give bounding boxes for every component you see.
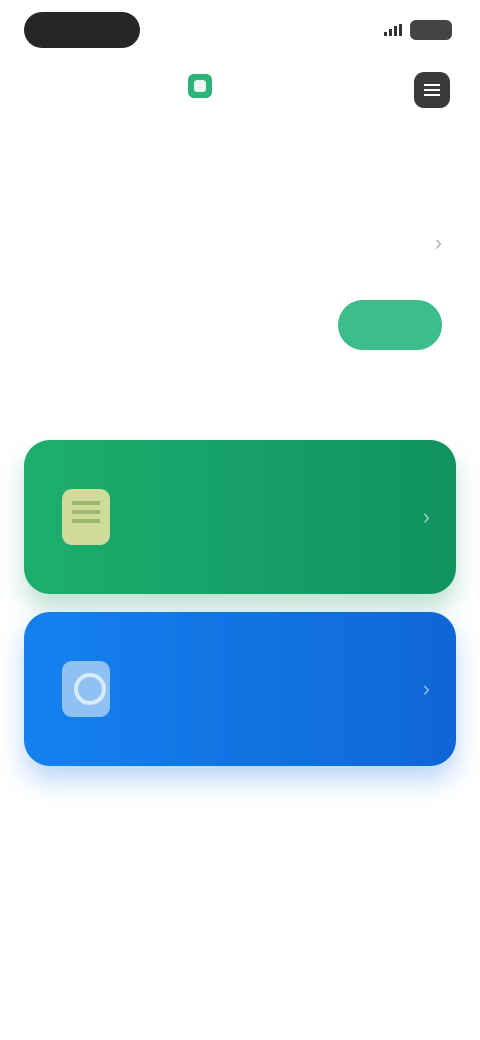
battery-icon — [410, 20, 452, 40]
logo-icon — [188, 74, 212, 98]
status-bar — [0, 0, 480, 60]
tool-card-text — [136, 684, 423, 694]
app-logo — [188, 74, 220, 98]
chevron-right-icon[interactable]: › — [435, 230, 442, 256]
chevron-right-icon: › — [422, 676, 430, 701]
app-header — [0, 60, 480, 120]
signal-icon — [384, 24, 402, 36]
menu-button[interactable] — [414, 72, 450, 108]
status-icons — [384, 20, 452, 40]
wallet-section-header — [26, 158, 456, 190]
upgrade-button[interactable] — [338, 300, 442, 350]
wallet-panel: › — [26, 200, 456, 370]
tool-card-blue[interactable]: › — [24, 612, 456, 766]
scan-icon — [62, 661, 110, 717]
tool-card-green[interactable]: › — [24, 440, 456, 594]
menu-icon — [424, 89, 440, 91]
document-icon — [62, 489, 110, 545]
status-time — [24, 12, 140, 48]
tool-card-text — [136, 512, 423, 522]
chevron-right-icon: › — [422, 504, 430, 529]
